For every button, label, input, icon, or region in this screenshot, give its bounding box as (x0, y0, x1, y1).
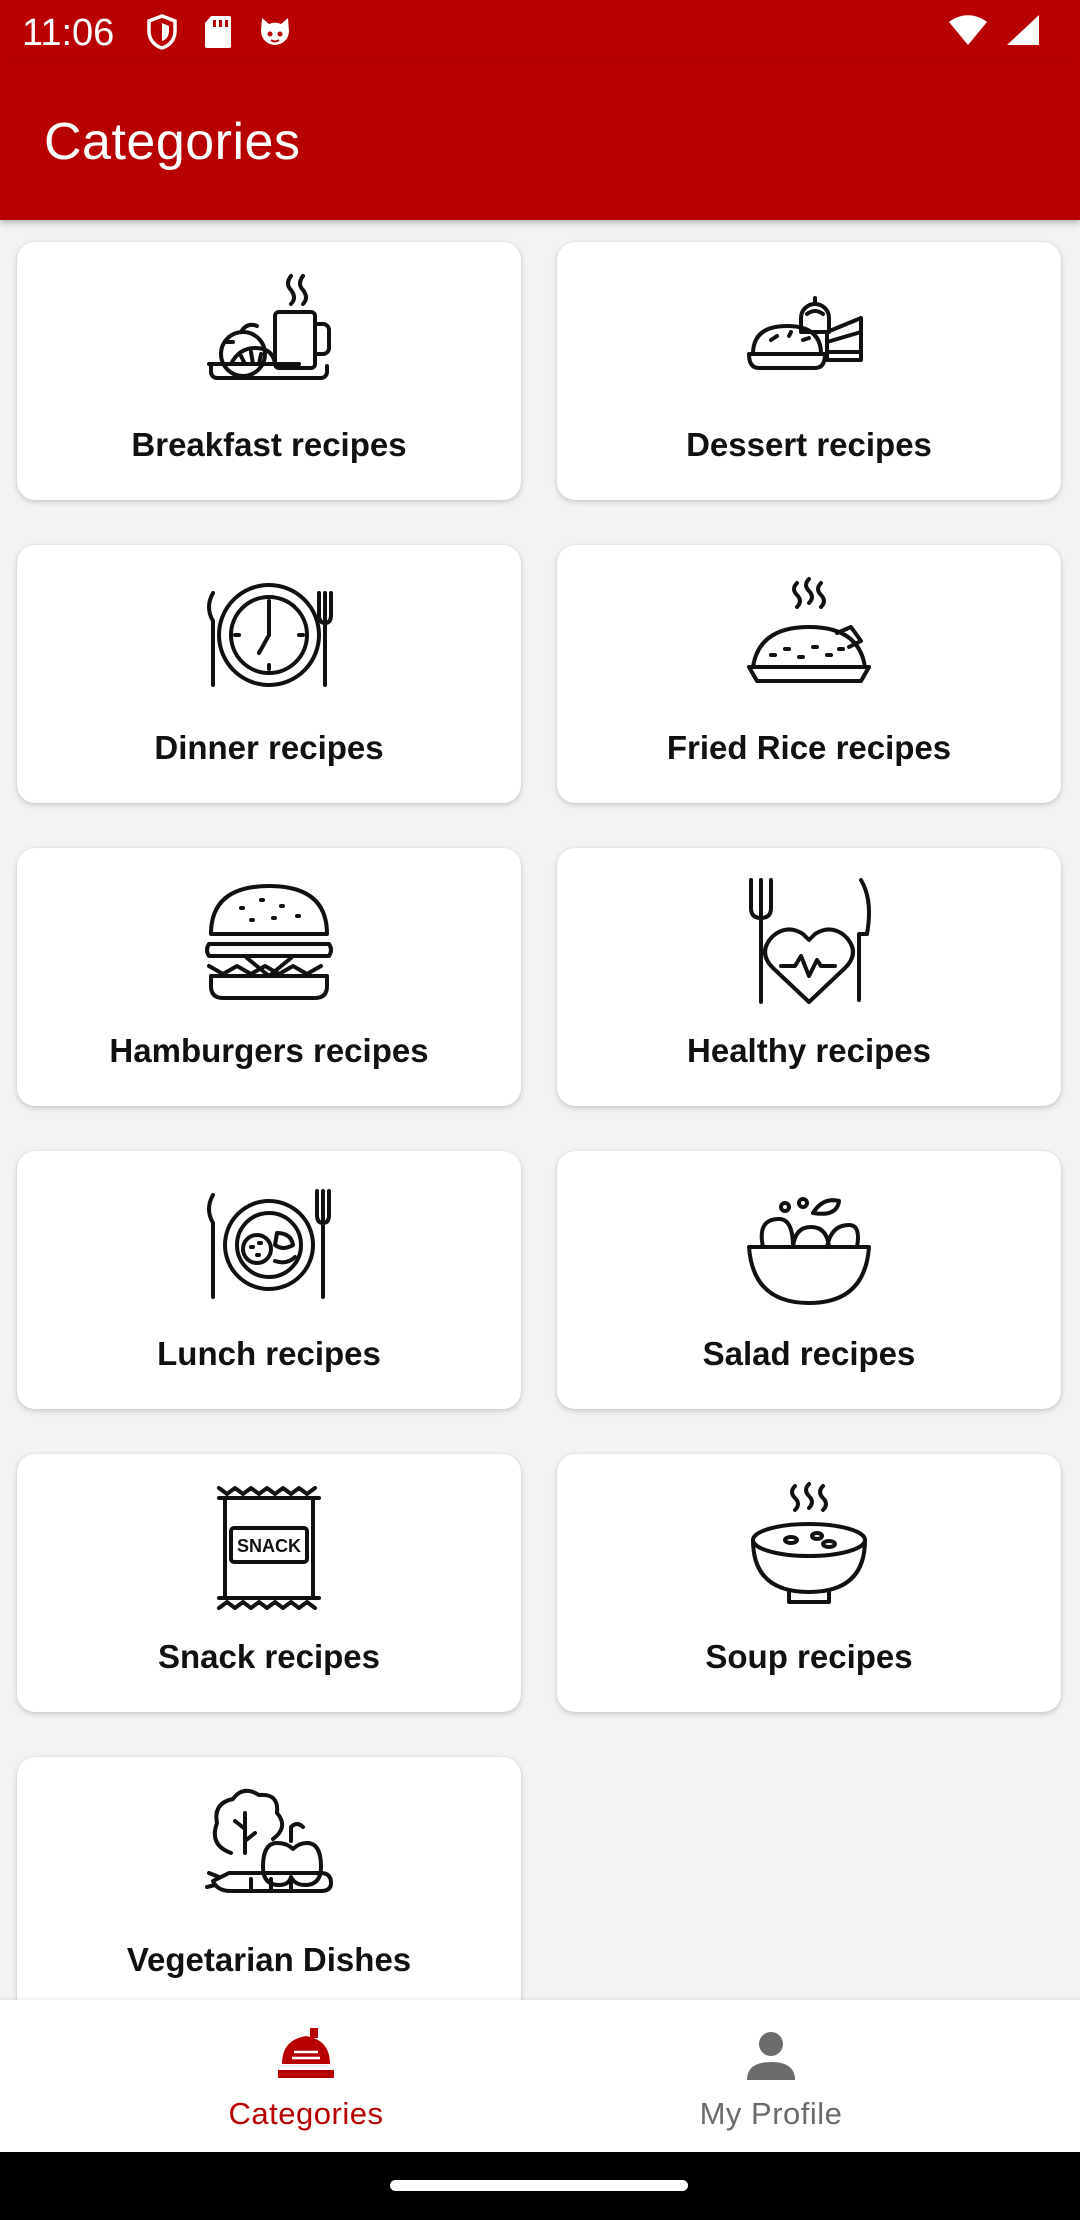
category-label: Salad recipes (702, 1335, 916, 1372)
category-label: Snack recipes (158, 1638, 380, 1675)
wifi-icon (949, 15, 987, 45)
category-label: Vegetarian Dishes (126, 1941, 412, 1978)
category-card-snack[interactable]: SNACK Snack recipes (17, 1454, 521, 1712)
category-label: Soup recipes (705, 1638, 913, 1675)
category-label: Dinner recipes (154, 729, 384, 766)
category-label: Healthy recipes (687, 1032, 931, 1069)
healthy-heart-icon (749, 878, 871, 1004)
gesture-navigation-bar (0, 2152, 1080, 2220)
category-card-dinner[interactable]: Dinner recipes (17, 545, 521, 803)
category-label: Lunch recipes (157, 1335, 381, 1372)
bottom-navigation: Categories My Profile (0, 2000, 1080, 2152)
lunch-plate-icon (207, 1189, 331, 1299)
salad-bowl-icon (747, 1197, 871, 1305)
profile-icon (747, 2032, 795, 2080)
category-card-healthy[interactable]: Healthy recipes (557, 848, 1061, 1106)
page-title: Categories (44, 113, 301, 171)
snack-bag-text: SNACK (237, 1536, 301, 1556)
category-card-salad[interactable]: Salad recipes (557, 1151, 1061, 1409)
nav-label-my-profile: My Profile (699, 2096, 843, 2131)
category-card-fried-rice[interactable]: Fried Rice recipes (557, 545, 1061, 803)
category-card-breakfast[interactable]: Breakfast recipes (17, 242, 521, 500)
fried-rice-icon (747, 577, 871, 683)
soup-bowl-icon (751, 1482, 867, 1604)
category-label: Fried Rice recipes (666, 729, 952, 766)
categories-icon (278, 2028, 334, 2078)
app-bar: Categories (0, 64, 1080, 220)
nav-item-my-profile[interactable]: My Profile (501, 2000, 1041, 2152)
vegetables-icon (205, 1788, 333, 1893)
dessert-icon (747, 296, 863, 370)
category-card-vegetarian[interactable]: Vegetarian Dishes (17, 1757, 521, 2000)
status-icons-left (146, 14, 292, 50)
signal-icon (1007, 15, 1039, 45)
category-card-dessert[interactable]: Dessert recipes (557, 242, 1061, 500)
category-card-hamburgers[interactable]: Hamburgers recipes (17, 848, 521, 1106)
breakfast-icon (207, 274, 331, 380)
category-label: Dessert recipes (686, 426, 932, 463)
nav-label-categories: Categories (228, 2096, 384, 2131)
status-icons-right (948, 14, 1040, 46)
category-card-lunch[interactable]: Lunch recipes (17, 1151, 521, 1409)
status-bar: 11:06 (0, 0, 1080, 64)
category-card-soup[interactable]: Soup recipes (557, 1454, 1061, 1712)
dinner-clock-icon (207, 583, 333, 687)
hamburger-icon (205, 884, 333, 1000)
nav-item-categories[interactable]: Categories (36, 2000, 576, 2152)
home-gesture-handle[interactable] (390, 2180, 688, 2191)
snack-bag-icon: SNACK (217, 1486, 321, 1610)
category-label: Breakfast recipes (131, 426, 407, 463)
category-label: Hamburgers recipes (109, 1032, 429, 1069)
status-time: 11:06 (22, 12, 115, 54)
sd-card-icon (205, 16, 231, 48)
category-grid[interactable]: Breakfast recipes Dessert recipes Dinner… (0, 220, 1080, 2000)
shield-icon (147, 14, 177, 50)
cat-icon (261, 18, 289, 45)
